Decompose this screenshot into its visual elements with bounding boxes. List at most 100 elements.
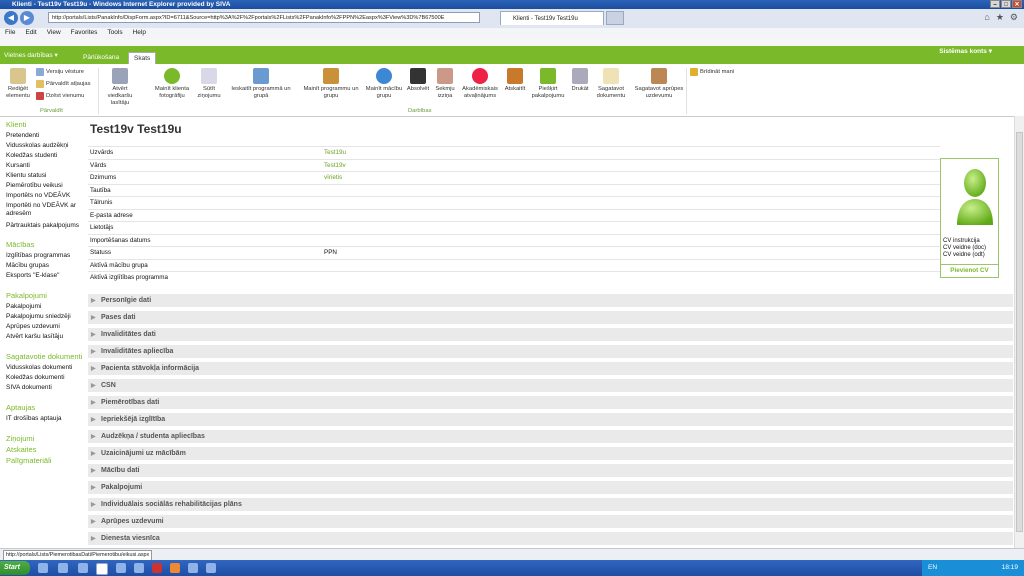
send-message-button[interactable]: Sūtīt ziņojumu (194, 68, 224, 100)
start-button[interactable]: Start (0, 561, 30, 575)
close-icon[interactable]: ✕ (1012, 0, 1022, 8)
nav-item[interactable]: Izglītības programmas (6, 251, 84, 261)
nav-item[interactable]: Klientu statusi (6, 171, 84, 181)
nav-heading-materials[interactable]: Palīgmateriāli (6, 456, 84, 465)
section-header[interactable]: ▶ Piemērotības dati (88, 396, 1013, 410)
expel-button[interactable]: Atskaitīt (502, 68, 528, 93)
quicklaunch-icon[interactable] (134, 563, 144, 573)
menu-edit[interactable]: Edit (20, 28, 41, 38)
quicklaunch-icon[interactable] (38, 563, 48, 573)
nav-item[interactable]: Pārtrauktais pakalpojums (6, 222, 84, 230)
prepare-document-button[interactable]: Sagatavot dokumentu (594, 68, 628, 100)
language-indicator[interactable]: EN (928, 564, 937, 571)
nav-item[interactable]: Atvērt karšu lasītāju (6, 332, 84, 342)
quicklaunch-icon[interactable] (78, 563, 88, 573)
delete-item-button[interactable]: Dzēst vienumu (36, 92, 84, 100)
assign-service-button[interactable]: Piešķirt pakalpojumu (530, 68, 566, 100)
forward-icon[interactable]: ▶ (20, 11, 34, 25)
system-account-menu[interactable]: Sistēmas konts ▾ (939, 47, 992, 55)
prepare-care-task-button[interactable]: Sagatavot aprūpes uzdevumu (630, 68, 688, 100)
add-cv-button[interactable]: Pievienot CV (941, 264, 998, 277)
section-header[interactable]: ▶ Invaliditātes dati (88, 328, 1013, 342)
favorites-icon[interactable]: ★ (996, 12, 1004, 23)
section-header[interactable]: ▶ CSN (88, 379, 1013, 393)
nav-heading-reports[interactable]: Ziņojumi (6, 434, 84, 443)
change-program-button[interactable]: Mainīt programmu un grupu (298, 68, 364, 100)
nav-item[interactable]: Pakalpojumu sniedzēji (6, 312, 84, 322)
nav-item[interactable]: Koledžas studenti (6, 151, 84, 161)
nav-heading-documents[interactable]: Sagatavotie dokumenti (6, 352, 84, 361)
quicklaunch-icon[interactable] (116, 563, 126, 573)
section-header[interactable]: ▶ Uzaicinājumi uz mācībām (88, 447, 1013, 461)
quicklaunch-icon[interactable] (170, 563, 180, 573)
nav-heading-surveys[interactable]: Aptaujas (6, 403, 84, 412)
print-button[interactable]: Drukāt (568, 68, 592, 93)
section-header[interactable]: ▶ Mācību dati (88, 464, 1013, 478)
change-photo-button[interactable]: Mainīt klienta fotogrāfiju (150, 68, 194, 100)
nav-heading-studies[interactable]: Mācības (6, 240, 84, 249)
menu-file[interactable]: File (0, 28, 20, 38)
quicklaunch-icon[interactable] (188, 563, 198, 573)
menu-help[interactable]: Help (128, 28, 151, 38)
section-header[interactable]: ▶ Pacienta stāvokļa informācija (88, 362, 1013, 376)
gear-icon[interactable]: ⚙ (1010, 12, 1018, 23)
maximize-icon[interactable]: □ (1001, 0, 1011, 8)
browser-tab[interactable]: Klienti - Test19v Test19u (500, 11, 604, 25)
nav-item[interactable]: Eksports "E-klase" (6, 271, 84, 281)
manage-permissions-button[interactable]: Pārvaldīt atļaujas (36, 80, 90, 88)
nav-item[interactable]: Piemērotību veikusi (6, 181, 84, 191)
graduate-button[interactable]: Absolvēt (404, 68, 432, 93)
menu-favorites[interactable]: Favorites (66, 28, 103, 38)
section-header[interactable]: ▶ Pakalpojumi (88, 481, 1013, 495)
change-group-button[interactable]: Mainīt mācību grupu (364, 68, 404, 100)
cv-template-doc-link[interactable]: CV veidne (doc) (943, 245, 986, 251)
section-header[interactable]: ▶ Dienesta viesnīca (88, 532, 1013, 546)
nav-item[interactable]: Importēts no VDEĀVK (6, 191, 84, 201)
section-header[interactable]: ▶ Audzēkņa / studenta apliecības (88, 430, 1013, 444)
nav-item[interactable]: Importēti no VDEĀVK ar adresēm (6, 202, 84, 218)
nav-heading-clients[interactable]: Klienti (6, 120, 84, 129)
section-header[interactable]: ▶ Invaliditātes apliecība (88, 345, 1013, 359)
nav-item[interactable]: Aprūpes uzdevumi (6, 322, 84, 332)
minimize-icon[interactable]: – (990, 0, 1000, 8)
back-icon[interactable]: ◀ (4, 11, 18, 25)
grade-report-button[interactable]: Sekmju izziņa (434, 68, 456, 100)
card-reader-button[interactable]: Atvērt viedkaršu lasītāju (100, 68, 140, 107)
section-header[interactable]: ▶ Personīgie dati (88, 294, 1013, 308)
menu-view[interactable]: View (42, 28, 66, 38)
nav-item[interactable]: Koledžas dokumenti (6, 373, 84, 383)
ie-taskbar-icon[interactable] (96, 563, 108, 575)
nav-item[interactable]: IT drošības aptauja (6, 414, 84, 424)
section-header[interactable]: ▶ Iepriekšējā izglītība (88, 413, 1013, 427)
cv-instructions-link[interactable]: CV instrukcija (943, 238, 980, 244)
quicklaunch-icon[interactable] (206, 563, 216, 573)
version-history-button[interactable]: Versiju vēsture (36, 68, 84, 76)
nav-item[interactable]: Pakalpojumi (6, 302, 84, 312)
alert-me-button[interactable]: Brīdināt mani (690, 68, 734, 76)
site-actions-menu[interactable]: Vietnes darbības ▾ (4, 51, 58, 59)
scrollbar-thumb[interactable] (1016, 132, 1023, 532)
address-input[interactable]: http://portals/Lists/PanakInfo/DispForm.… (48, 12, 480, 23)
menu-tools[interactable]: Tools (102, 28, 127, 38)
nav-heading-statements[interactable]: Atskaites (6, 445, 84, 454)
nav-item[interactable]: SIVA dokumenti (6, 383, 84, 393)
nav-item[interactable]: Pretendenti (6, 131, 84, 141)
tab-browse[interactable]: Pārlūkošana (78, 52, 124, 64)
nav-item[interactable]: Vidusskolas dokumenti (6, 363, 84, 373)
vertical-scrollbar[interactable] (1014, 116, 1024, 548)
edit-item-button[interactable]: Rediģēt elementu (4, 68, 32, 100)
nav-heading-services[interactable]: Pakalpojumi (6, 291, 84, 300)
cv-template-odt-link[interactable]: CV veidne (odt) (943, 252, 985, 258)
quicklaunch-icon[interactable] (152, 563, 162, 573)
section-header[interactable]: ▶ Aprūpes uzdevumi (88, 515, 1013, 529)
enroll-button[interactable]: Ieskaitīt programmā un grupā (226, 68, 296, 100)
new-tab-button[interactable] (606, 11, 624, 25)
nav-item[interactable]: Kursanti (6, 161, 84, 171)
section-header[interactable]: ▶ Individuālais sociālās rehabilitācijas … (88, 498, 1013, 512)
section-header[interactable]: ▶ Pases dati (88, 311, 1013, 325)
nav-item[interactable]: Vidusskolas audzēkņi (6, 141, 84, 151)
academic-leave-button[interactable]: Akadēmiskais atvaļinājums (458, 68, 502, 100)
nav-item[interactable]: Mācību grupas (6, 261, 84, 271)
home-icon[interactable]: ⌂ (984, 12, 989, 23)
quicklaunch-icon[interactable] (58, 563, 68, 573)
